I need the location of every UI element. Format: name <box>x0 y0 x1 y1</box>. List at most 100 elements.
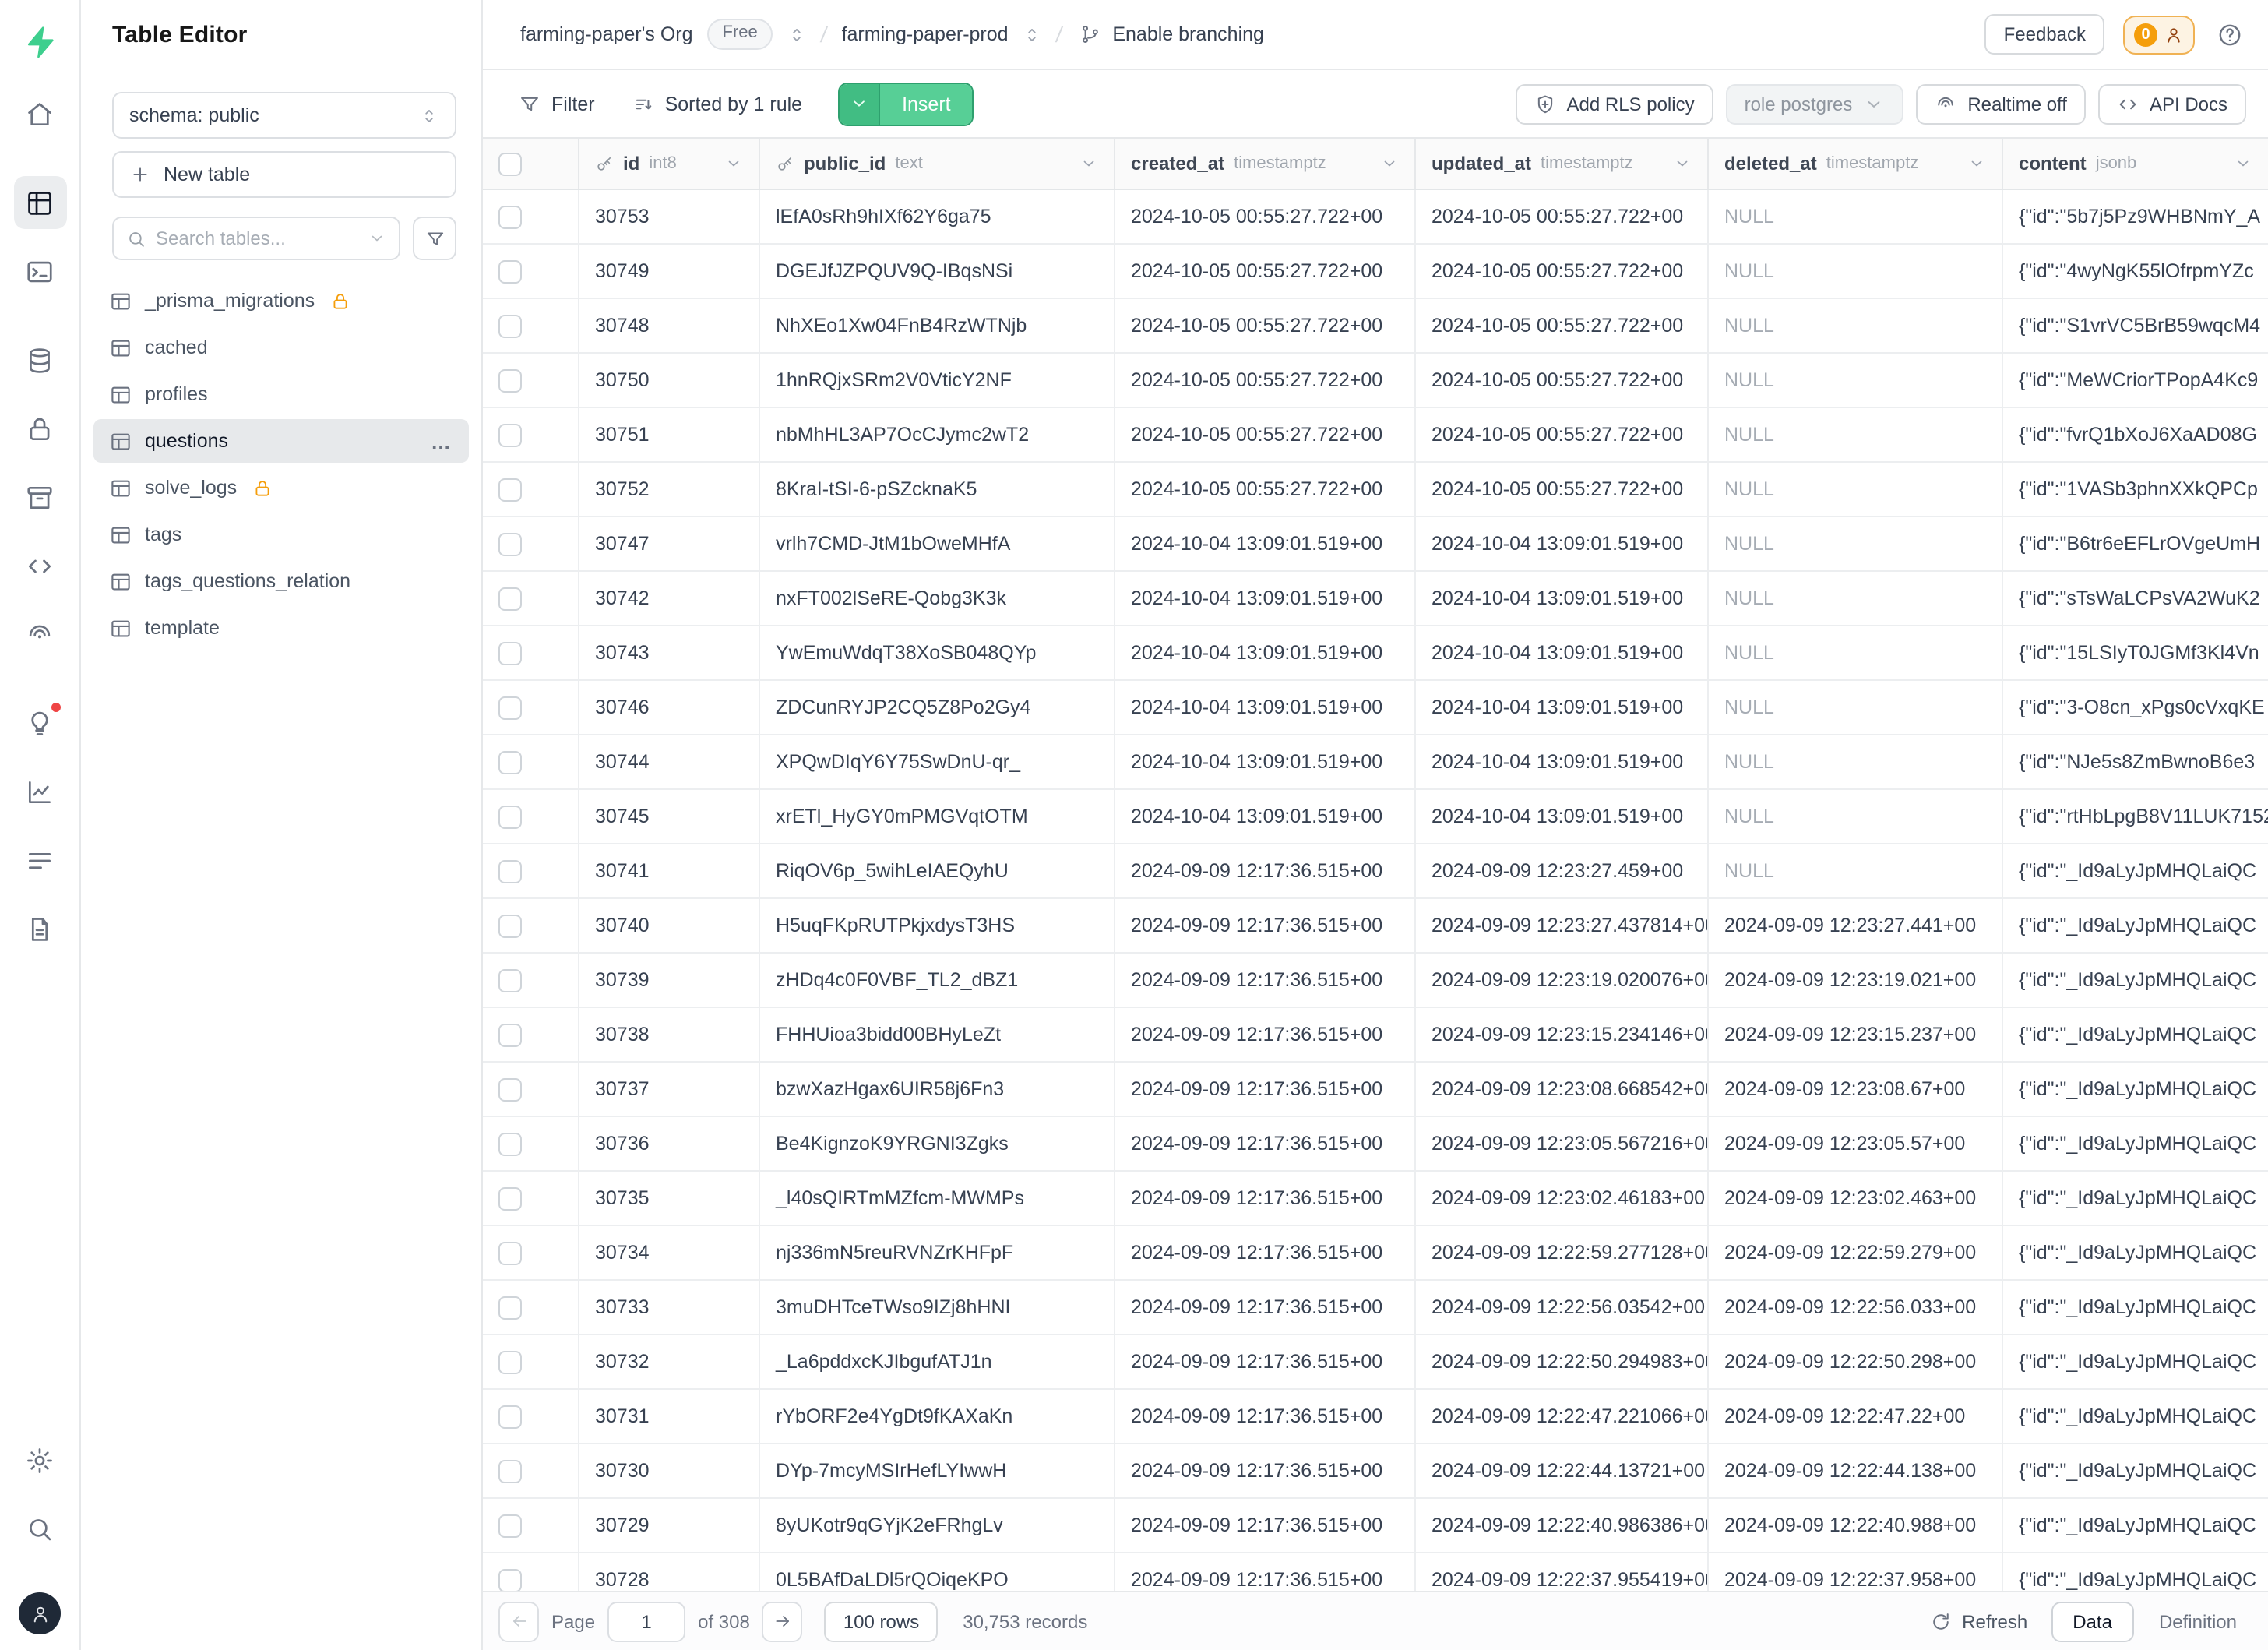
cell-content[interactable]: {"id":"_Id9aLyJpMHQLaiQC <box>2003 1335 2268 1388</box>
row-checkbox[interactable] <box>498 805 522 828</box>
cell-content[interactable]: {"id":"1VASb3phnXXkQPCp <box>2003 463 2268 516</box>
cell-updated_at[interactable]: 2024-10-04 13:09:01.519+00 <box>1416 735 1709 788</box>
cell-created_at[interactable]: 2024-10-05 00:55:27.722+00 <box>1115 299 1416 352</box>
cell-content[interactable]: {"id":"S1vrVC5BrB59wqcM4 <box>2003 299 2268 352</box>
cell-public_id[interactable]: H5uqFKpRUTPkjxdysT3HS <box>760 899 1115 952</box>
row-checkbox[interactable] <box>498 1077 522 1101</box>
row-checkbox[interactable] <box>498 1405 522 1428</box>
cell-content[interactable]: {"id":"fvrQ1bXoJ6XaAD08G <box>2003 408 2268 461</box>
cell-created_at[interactable]: 2024-09-09 12:17:36.515+00 <box>1115 899 1416 952</box>
cell-deleted_at[interactable]: NULL <box>1709 463 2003 516</box>
column-header-content[interactable]: contentjsonb <box>2003 139 2268 189</box>
row-checkbox[interactable] <box>498 1023 522 1046</box>
cell-updated_at[interactable]: 2024-09-09 12:22:56.03542+00 <box>1416 1281 1709 1334</box>
cell-deleted_at[interactable]: NULL <box>1709 681 2003 734</box>
cell-updated_at[interactable]: 2024-10-05 00:55:27.722+00 <box>1416 408 1709 461</box>
cell-content[interactable]: {"id":"_Id9aLyJpMHQLaiQC <box>2003 1172 2268 1225</box>
nav-sql-editor[interactable] <box>13 245 66 298</box>
cell-updated_at[interactable]: 2024-09-09 12:22:37.955419+00 <box>1416 1553 1709 1591</box>
cell-deleted_at[interactable]: NULL <box>1709 517 2003 570</box>
row-checkbox[interactable] <box>498 696 522 719</box>
cell-deleted_at[interactable]: NULL <box>1709 790 2003 843</box>
new-table-button[interactable]: New table <box>112 151 456 198</box>
cell-id[interactable]: 30735 <box>579 1172 760 1225</box>
tab-data[interactable]: Data <box>2051 1601 2134 1641</box>
cell-created_at[interactable]: 2024-09-09 12:17:36.515+00 <box>1115 1553 1416 1591</box>
column-header-public_id[interactable]: public_idtext <box>760 139 1115 189</box>
row-checkbox[interactable] <box>498 478 522 501</box>
cell-created_at[interactable]: 2024-09-09 12:17:36.515+00 <box>1115 1281 1416 1334</box>
nav-realtime[interactable] <box>13 608 66 661</box>
cell-deleted_at[interactable]: NULL <box>1709 190 2003 243</box>
cell-updated_at[interactable]: 2024-09-09 12:23:05.567216+00 <box>1416 1117 1709 1170</box>
cell-created_at[interactable]: 2024-09-09 12:17:36.515+00 <box>1115 1008 1416 1061</box>
project-switcher-icon[interactable] <box>1023 24 1043 44</box>
row-checkbox[interactable] <box>498 532 522 555</box>
cell-updated_at[interactable]: 2024-09-09 12:23:27.459+00 <box>1416 844 1709 897</box>
schema-select[interactable]: schema: public <box>112 92 456 139</box>
cell-id[interactable]: 30731 <box>579 1390 760 1443</box>
cell-id[interactable]: 30738 <box>579 1008 760 1061</box>
cell-updated_at[interactable]: 2024-10-04 13:09:01.519+00 <box>1416 681 1709 734</box>
cell-public_id[interactable]: zHDq4c0F0VBF_TL2_dBZ1 <box>760 954 1115 1007</box>
cell-content[interactable]: {"id":"_Id9aLyJpMHQLaiQC <box>2003 1281 2268 1334</box>
cell-content[interactable]: {"id":"_Id9aLyJpMHQLaiQC <box>2003 1117 2268 1170</box>
row-checkbox[interactable] <box>498 368 522 392</box>
cell-id[interactable]: 30733 <box>579 1281 760 1334</box>
column-header-created_at[interactable]: created_attimestamptz <box>1115 139 1416 189</box>
prev-page-button[interactable] <box>498 1601 539 1641</box>
cell-public_id[interactable]: DGEJfJZPQUV9Q-IBqsNSi <box>760 245 1115 298</box>
cell-created_at[interactable]: 2024-10-04 13:09:01.519+00 <box>1115 681 1416 734</box>
cell-deleted_at[interactable]: 2024-09-09 12:22:47.22+00 <box>1709 1390 2003 1443</box>
cell-updated_at[interactable]: 2024-09-09 12:23:19.020076+00 <box>1416 954 1709 1007</box>
cell-id[interactable]: 30747 <box>579 517 760 570</box>
cell-created_at[interactable]: 2024-10-05 00:55:27.722+00 <box>1115 245 1416 298</box>
sidebar-item-questions[interactable]: questions… <box>93 419 469 463</box>
cell-deleted_at[interactable]: NULL <box>1709 626 2003 679</box>
cell-updated_at[interactable]: 2024-10-05 00:55:27.722+00 <box>1416 190 1709 243</box>
cell-public_id[interactable]: xrETl_HyGY0mPMGVqtOTM <box>760 790 1115 843</box>
cell-created_at[interactable]: 2024-09-09 12:17:36.515+00 <box>1115 1499 1416 1552</box>
cell-id[interactable]: 30741 <box>579 844 760 897</box>
cell-updated_at[interactable]: 2024-10-05 00:55:27.722+00 <box>1416 299 1709 352</box>
row-checkbox[interactable] <box>498 914 522 937</box>
nav-home[interactable] <box>13 87 66 140</box>
column-header-updated_at[interactable]: updated_attimestamptz <box>1416 139 1709 189</box>
cell-content[interactable]: {"id":"sTsWaLCPsVA2WuK2 <box>2003 572 2268 625</box>
cell-id[interactable]: 30743 <box>579 626 760 679</box>
filter-button[interactable]: Filter <box>505 83 609 124</box>
cell-deleted_at[interactable]: NULL <box>1709 245 2003 298</box>
cell-created_at[interactable]: 2024-10-04 13:09:01.519+00 <box>1115 790 1416 843</box>
cell-deleted_at[interactable]: 2024-09-09 12:22:40.988+00 <box>1709 1499 2003 1552</box>
cell-id[interactable]: 30748 <box>579 299 760 352</box>
nav-reports[interactable] <box>13 765 66 818</box>
cell-updated_at[interactable]: 2024-10-04 13:09:01.519+00 <box>1416 626 1709 679</box>
search-tables-input[interactable] <box>156 227 358 249</box>
row-checkbox[interactable] <box>498 968 522 992</box>
cell-deleted_at[interactable]: 2024-09-09 12:23:08.67+00 <box>1709 1063 2003 1116</box>
sort-button[interactable]: Sorted by 1 rule <box>618 83 817 124</box>
cell-public_id[interactable]: 0L5BAfDaLDl5rQOiqeKPO <box>760 1553 1115 1591</box>
cell-deleted_at[interactable]: NULL <box>1709 735 2003 788</box>
nav-auth[interactable] <box>13 402 66 455</box>
row-checkbox[interactable] <box>498 205 522 228</box>
cell-deleted_at[interactable]: NULL <box>1709 408 2003 461</box>
nav-edge-functions[interactable] <box>13 539 66 592</box>
cell-public_id[interactable]: nbMhHL3AP7OcCJymc2wT2 <box>760 408 1115 461</box>
cell-deleted_at[interactable]: 2024-09-09 12:23:27.441+00 <box>1709 899 2003 952</box>
refresh-button[interactable]: Refresh <box>1915 1601 2041 1641</box>
cell-id[interactable]: 30736 <box>579 1117 760 1170</box>
org-breadcrumb[interactable]: farming-paper's Org <box>520 23 693 45</box>
cell-created_at[interactable]: 2024-10-05 00:55:27.722+00 <box>1115 354 1416 407</box>
feedback-button[interactable]: Feedback <box>1985 14 2104 55</box>
cell-created_at[interactable]: 2024-09-09 12:17:36.515+00 <box>1115 954 1416 1007</box>
cell-content[interactable]: {"id":"_Id9aLyJpMHQLaiQC <box>2003 1444 2268 1497</box>
user-avatar[interactable] <box>19 1592 61 1634</box>
cell-updated_at[interactable]: 2024-09-09 12:23:08.668542+00 <box>1416 1063 1709 1116</box>
cell-content[interactable]: {"id":"_Id9aLyJpMHQLaiQC <box>2003 844 2268 897</box>
cell-id[interactable]: 30732 <box>579 1335 760 1388</box>
cell-id[interactable]: 30751 <box>579 408 760 461</box>
cell-content[interactable]: {"id":"_Id9aLyJpMHQLaiQC <box>2003 1499 2268 1552</box>
row-checkbox[interactable] <box>498 423 522 446</box>
cell-created_at[interactable]: 2024-10-04 13:09:01.519+00 <box>1115 735 1416 788</box>
